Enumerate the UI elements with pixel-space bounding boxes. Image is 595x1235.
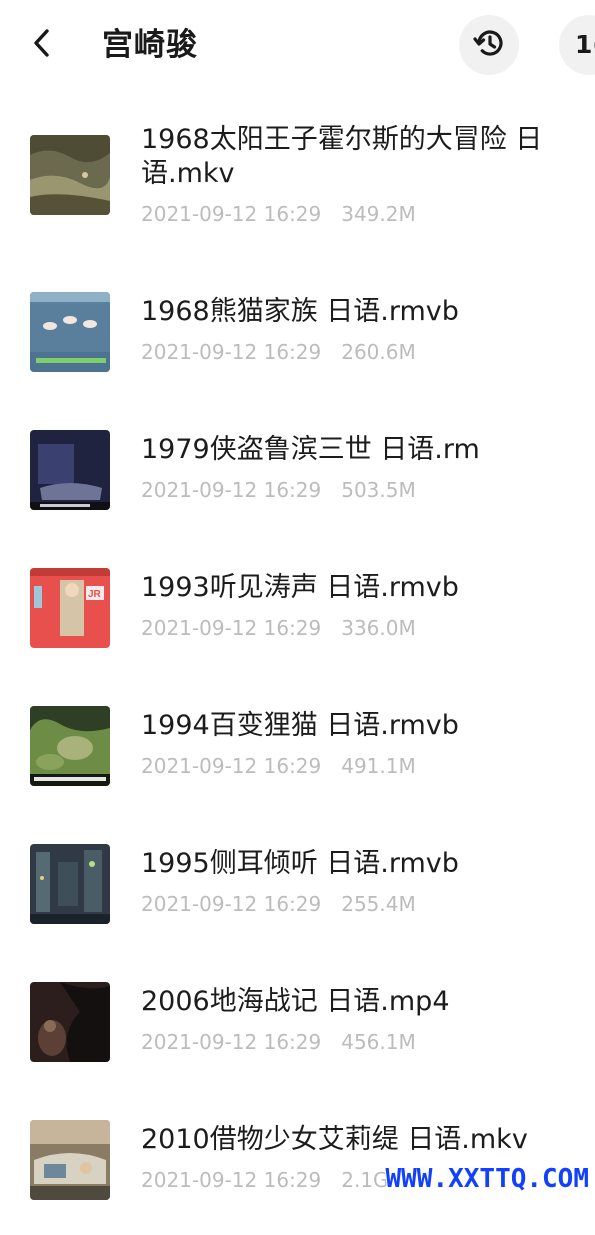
file-meta: 2021-09-12 16:29 349.2M <box>141 201 575 227</box>
speed-button[interactable]: 1( <box>559 15 595 75</box>
file-size: 2.1G <box>341 1168 389 1192</box>
file-size: 349.2M <box>341 202 416 226</box>
svg-text:JR: JR <box>88 589 102 600</box>
file-size: 456.1M <box>341 1030 416 1054</box>
video-thumbnail <box>30 135 110 215</box>
file-meta: 2021-09-12 16:29 503.5M <box>141 477 575 503</box>
file-row[interactable]: 2006地海战记 日语.mp4 2021-09-12 16:29 456.1M <box>0 959 595 1097</box>
file-meta: 2021-09-12 16:29 260.6M <box>141 339 575 365</box>
chevron-left-icon <box>31 27 53 63</box>
video-thumbnail <box>30 982 110 1062</box>
file-row[interactable]: 1968熊猫家族 日语.rmvb 2021-09-12 16:29 260.6M <box>0 269 595 407</box>
file-meta: 2021-09-12 16:29 255.4M <box>141 891 575 917</box>
video-thumbnail <box>30 844 110 924</box>
video-thumbnail <box>30 706 110 786</box>
page-title: 宫崎骏 <box>102 27 198 63</box>
video-thumbnail: JR <box>30 568 110 648</box>
file-date: 2021-09-12 16:29 <box>141 340 322 364</box>
file-row[interactable]: 1968太阳王子霍尔斯的大冒险 日语.mkv 2021-09-12 16:29 3… <box>0 92 595 269</box>
file-date: 2021-09-12 16:29 <box>141 1168 322 1192</box>
history-button[interactable] <box>459 15 519 75</box>
file-row[interactable]: 1994百变狸猫 日语.rmvb 2021-09-12 16:29 491.1M <box>0 683 595 821</box>
file-name: 1995侧耳倾听 日语.rmvb <box>141 848 459 879</box>
file-name: 1979侠盗鲁滨三世 日语.rm <box>141 434 480 465</box>
file-name: 2010借物少女艾莉缇 日语.mkv <box>141 1124 528 1155</box>
history-icon <box>472 26 506 64</box>
file-size: 491.1M <box>341 754 416 778</box>
video-thumbnail <box>30 1120 110 1200</box>
file-date: 2021-09-12 16:29 <box>141 1030 322 1054</box>
video-thumbnail <box>30 430 110 510</box>
file-size: 503.5M <box>341 478 416 502</box>
file-name: 2006地海战记 日语.mp4 <box>141 986 450 1017</box>
file-meta: 2021-09-12 16:29 456.1M <box>141 1029 575 1055</box>
file-date: 2021-09-12 16:29 <box>141 754 322 778</box>
video-thumbnail <box>30 292 110 372</box>
file-list: 1968太阳王子霍尔斯的大冒险 日语.mkv 2021-09-12 16:29 3… <box>0 92 595 1235</box>
file-row[interactable]: JR 1993听见涛声 日语.rmvb 2021-09-12 16:29 336.… <box>0 545 595 683</box>
file-name: 1994百变狸猫 日语.rmvb <box>141 710 459 741</box>
file-date: 2021-09-12 16:29 <box>141 202 322 226</box>
file-size: 260.6M <box>341 340 416 364</box>
file-date: 2021-09-12 16:29 <box>141 892 322 916</box>
watermark: WWW.XXTTQ.COM <box>385 1164 590 1194</box>
file-name: 1968熊猫家族 日语.rmvb <box>141 296 459 327</box>
file-row[interactable]: 1995侧耳倾听 日语.rmvb 2021-09-12 16:29 255.4M <box>0 821 595 959</box>
file-date: 2021-09-12 16:29 <box>141 478 322 502</box>
file-size: 255.4M <box>341 892 416 916</box>
speed-label: 1( <box>575 30 595 59</box>
file-name: 1968太阳王子霍尔斯的大冒险 日语.mkv <box>141 124 543 189</box>
file-name: 1993听见涛声 日语.rmvb <box>141 572 459 603</box>
file-date: 2021-09-12 16:29 <box>141 616 322 640</box>
file-row[interactable]: 1979侠盗鲁滨三世 日语.rm 2021-09-12 16:29 503.5M <box>0 407 595 545</box>
file-meta: 2021-09-12 16:29 491.1M <box>141 753 575 779</box>
app-header: 宫崎骏 1( <box>0 0 595 92</box>
file-size: 336.0M <box>341 616 416 640</box>
file-meta: 2021-09-12 16:29 336.0M <box>141 615 575 641</box>
back-button[interactable] <box>22 22 62 68</box>
